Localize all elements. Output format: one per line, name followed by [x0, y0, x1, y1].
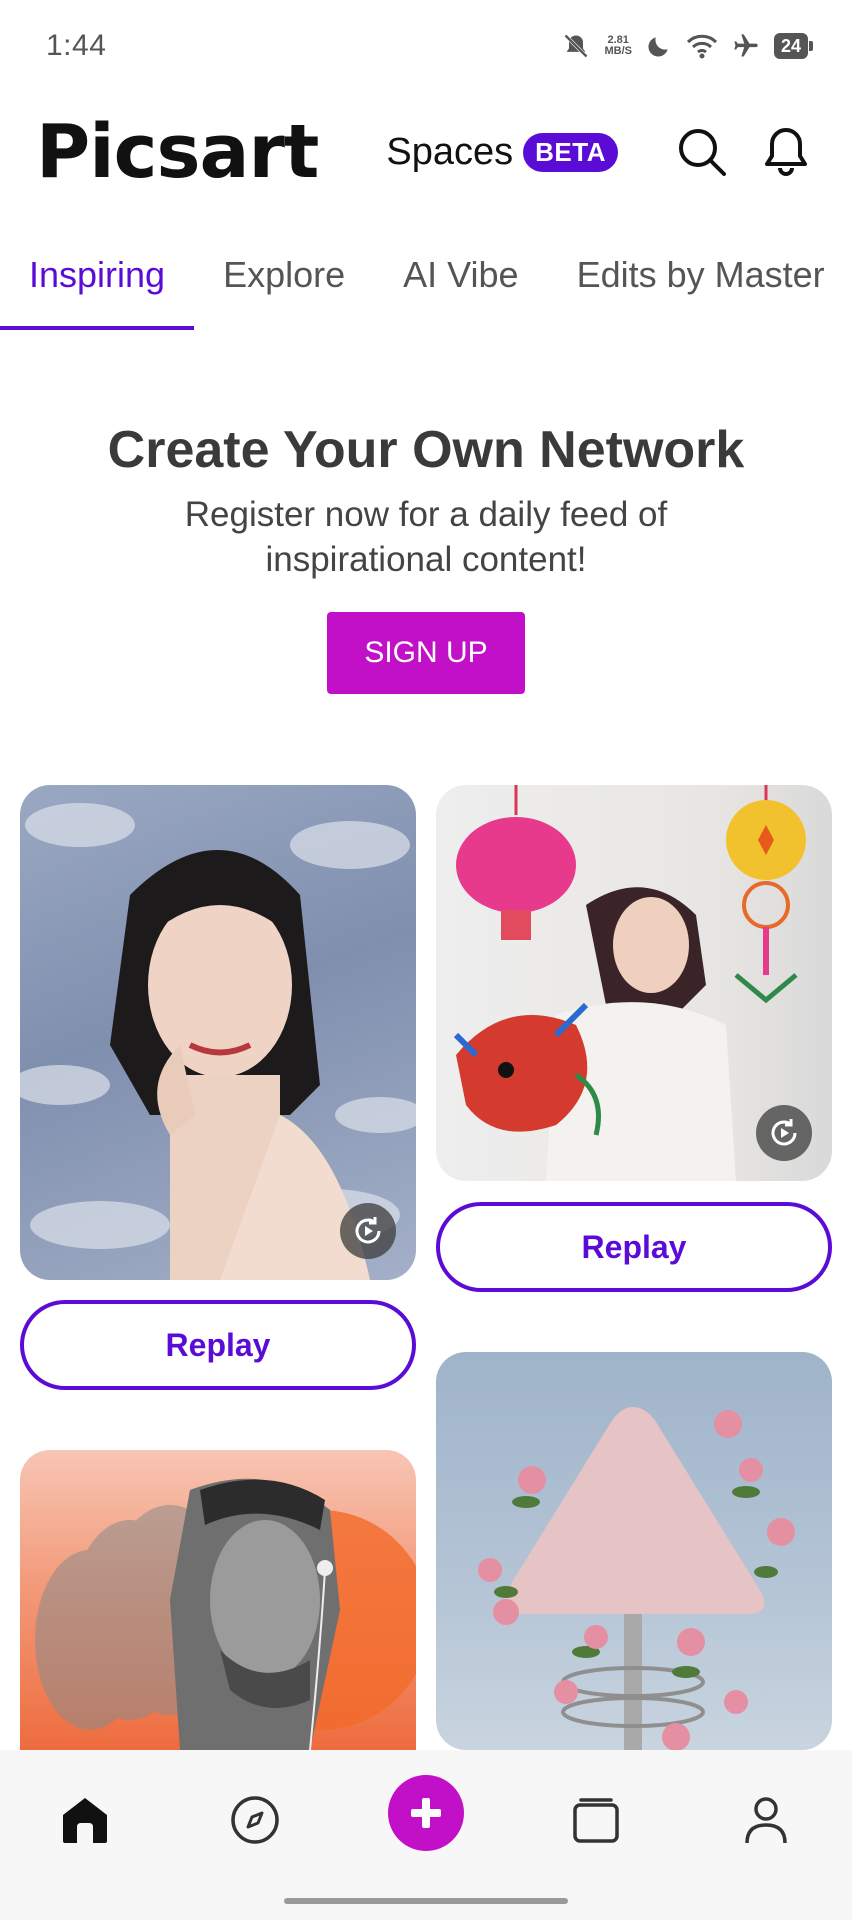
network-speed: 2.81 MB/S	[604, 35, 632, 57]
man-portrait-illustration	[35, 1478, 416, 1750]
replay-button[interactable]: Replay	[436, 1202, 832, 1292]
nav-profile[interactable]	[726, 1780, 806, 1860]
nav-explore[interactable]	[215, 1780, 295, 1860]
tab-explore[interactable]: Explore	[194, 220, 374, 330]
tab-ai-vibe[interactable]: AI Vibe	[374, 220, 547, 330]
search-button[interactable]	[672, 122, 732, 182]
replay-button[interactable]: Replay	[20, 1300, 416, 1390]
signup-button[interactable]: SIGN UP	[327, 612, 525, 694]
wifi-icon	[686, 33, 718, 59]
battery-indicator: 24	[773, 33, 814, 59]
status-bar: 1:44 2.81 MB/S 24	[0, 0, 852, 92]
tab-inspiring[interactable]: Inspiring	[0, 220, 195, 330]
airplane-icon	[732, 32, 760, 60]
notifications-button[interactable]	[756, 122, 816, 182]
nav-create-button[interactable]	[388, 1775, 464, 1851]
nav-gallery[interactable]	[556, 1780, 636, 1860]
signup-promo: Create Your Own Network Register now for…	[0, 420, 852, 694]
compass-icon	[231, 1796, 279, 1844]
feed-image-man-portrait[interactable]	[20, 1450, 416, 1750]
spaces-label: Spaces	[386, 130, 514, 173]
search-icon	[679, 129, 726, 176]
add-icon	[411, 1798, 441, 1828]
replay-icon[interactable]	[756, 1105, 812, 1161]
app-header: Picsart Spaces BETA	[0, 92, 852, 212]
gallery-icon	[573, 1798, 619, 1843]
promo-title: Create Your Own Network	[107, 421, 745, 479]
status-icons: 2.81 MB/S 24	[562, 32, 814, 60]
feed-image-lunar-new-year[interactable]	[436, 785, 832, 1181]
feed-image-portrait-clouds[interactable]	[20, 785, 416, 1280]
beta-badge: BETA	[523, 132, 618, 172]
header-actions: Spaces BETA	[386, 122, 816, 182]
promo-subtitle: Register now for a daily feed of inspira…	[184, 495, 668, 579]
mute-bell-icon	[562, 32, 590, 60]
picsart-logo: Picsart	[36, 109, 319, 195]
rose-sign-illustration	[478, 1407, 795, 1750]
profile-icon	[745, 1797, 787, 1844]
replay-icon[interactable]	[340, 1203, 396, 1259]
home-indicator	[284, 1898, 568, 1904]
feed-image-rose-sign[interactable]	[436, 1352, 832, 1750]
feed-tabs: Inspiring Explore AI Vibe Edits by Maste…	[0, 220, 852, 330]
home-icon	[63, 1798, 107, 1843]
nav-home[interactable]	[45, 1780, 125, 1860]
tab-edits-by-master[interactable]: Edits by Master	[548, 220, 852, 330]
spaces-button[interactable]: Spaces BETA	[386, 131, 618, 174]
bell-icon	[765, 128, 807, 176]
moon-icon	[646, 33, 672, 59]
status-time: 1:44	[46, 29, 107, 62]
bottom-nav	[0, 1750, 852, 1920]
network-speed-unit: MB/S	[604, 45, 632, 57]
